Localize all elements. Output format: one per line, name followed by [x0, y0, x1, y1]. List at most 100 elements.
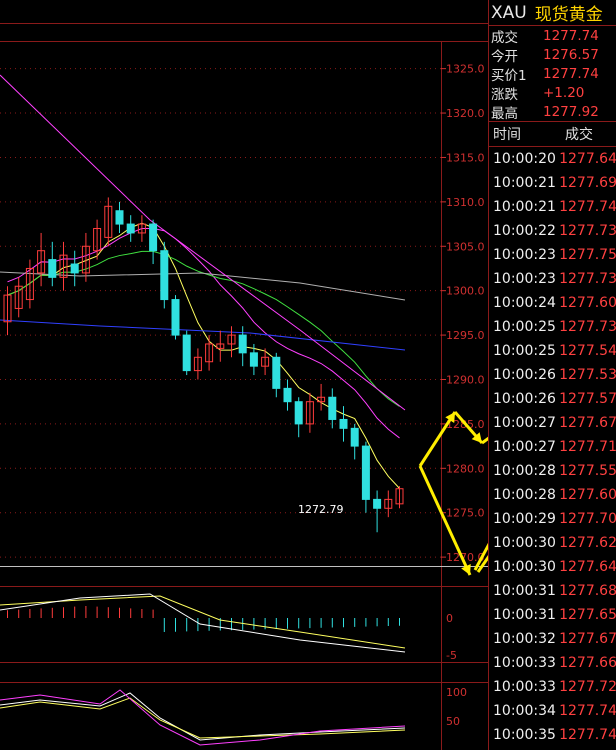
tick-time: 10:00:24: [493, 295, 556, 311]
tick-row: 10:00:22 1277.73: [489, 219, 616, 243]
candle-body: [272, 356, 281, 389]
tick-price: 1277.53: [559, 367, 616, 383]
tick-row: 10:00:31 1277.65: [489, 603, 616, 627]
axis-label: 1315.0: [446, 151, 485, 164]
indicator-panels: [0, 593, 406, 746]
tick-price: 1277.66: [559, 655, 616, 671]
tick-time: 10:00:26: [493, 367, 556, 383]
candle-body: [160, 250, 169, 301]
candle-body: [70, 263, 79, 274]
tick-time: 10:00:23: [493, 271, 556, 287]
macd-dea-line: [0, 595, 406, 649]
tick-row: 10:00:27 1277.67: [489, 411, 616, 435]
ma5-line: [7, 222, 400, 489]
tick-price: 1277.75: [559, 247, 616, 263]
tick-time: 10:00:34: [493, 703, 556, 719]
candle-body: [350, 427, 359, 447]
macd-dif-line: [0, 593, 406, 653]
tick-row: 10:00:27 1277.71: [489, 435, 616, 459]
candle-body: [171, 299, 180, 336]
quote-panel: XAU 现货黄金 成交 1277.74 今开 1276.57 买价1 1277.74 …: [488, 0, 616, 750]
tick-time: 10:00:33: [493, 655, 556, 671]
tick-time: 10:00:29: [493, 511, 556, 527]
tick-row: 10:00:26 1277.57: [489, 387, 616, 411]
quote-row: 涨跌 +1.20: [491, 84, 585, 103]
ma20-line: [7, 250, 400, 407]
candle-body: [149, 223, 158, 252]
candle-body: [249, 352, 258, 367]
tick-row: 10:00:20 1277.64: [489, 147, 616, 171]
tick-time: 10:00:27: [493, 439, 556, 455]
tick-row: 10:00:33 1277.72: [489, 675, 616, 699]
tick-time: 10:00:33: [493, 679, 556, 695]
quote-header: XAU 现货黄金: [489, 0, 616, 26]
tick-price: 1277.72: [559, 679, 616, 695]
axis-label: 0: [446, 612, 453, 625]
quote-row: 最高 1277.92: [491, 103, 599, 122]
candle-body: [283, 387, 292, 403]
tick-list[interactable]: 10:00:20 1277.64 10:00:21 1277.69 10:00:21 12…: [489, 147, 616, 747]
tick-row: 10:00:25 1277.73: [489, 315, 616, 339]
tick-time: 10:00:25: [493, 319, 556, 335]
tick-price: 1277.74: [559, 727, 616, 743]
tick-time: 10:00:27: [493, 415, 556, 431]
tick-time: 10:00:23: [493, 247, 556, 263]
symbol-code: XAU: [491, 2, 527, 23]
tick-price: 1277.60: [559, 295, 616, 311]
candle-body: [361, 445, 370, 500]
tick-row: 10:00:25 1277.54: [489, 339, 616, 363]
tick-time: 10:00:30: [493, 535, 556, 551]
axis-label: 1290.0: [446, 373, 485, 386]
price-column-header: 成交: [565, 127, 593, 143]
candle-body: [238, 334, 247, 354]
tick-price: 1277.67: [559, 631, 616, 647]
tick-price: 1277.69: [559, 175, 616, 191]
tick-row: 10:00:24 1277.60: [489, 291, 616, 315]
tick-time: 10:00:21: [493, 175, 556, 191]
tick-row: 10:00:26 1277.53: [489, 363, 616, 387]
price-axis: 1325.0 1320.0 1315.0 1310.0 1305.0 1300.0 1295…: [441, 63, 485, 728]
axis-label: 50: [446, 715, 460, 728]
tick-row: 10:00:34 1277.74: [489, 699, 616, 723]
tick-time: 10:00:32: [493, 631, 556, 647]
tick-table-header: 时间 成交: [489, 122, 616, 147]
axis-label: 1295.0: [446, 329, 485, 342]
quote-row: 成交 1277.74: [491, 27, 599, 46]
candle-body: [294, 401, 303, 425]
tick-price: 1277.74: [559, 703, 616, 719]
quote-row: 买价1 1277.74: [491, 65, 599, 84]
candle-body: [339, 418, 348, 429]
axis-label: 1320.0: [446, 107, 485, 120]
tick-row: 10:00:30 1277.62: [489, 531, 616, 555]
axis-label: 1280.0: [446, 462, 485, 475]
tick-price: 1277.68: [559, 583, 616, 599]
tick-price: 1277.65: [559, 607, 616, 623]
axis-label: 1325.0: [446, 63, 485, 76]
tick-time: 10:00:28: [493, 487, 556, 503]
tick-time: 10:00:26: [493, 391, 556, 407]
low-price-label: 1272.79: [298, 503, 344, 516]
tick-row: 10:00:31 1277.68: [489, 579, 616, 603]
tick-price: 1277.62: [559, 535, 616, 551]
candle-body: [126, 223, 135, 234]
tick-row: 10:00:23 1277.75: [489, 243, 616, 267]
candles: [3, 197, 404, 533]
tick-price: 1277.54: [559, 343, 616, 359]
axis-label: 100: [446, 686, 467, 699]
axis-label: 1300.0: [446, 285, 485, 298]
ma10-line: [7, 228, 400, 439]
quote-list: 成交 1277.74 今开 1276.57 买价1 1277.74 涨跌 +1.20 最…: [489, 26, 616, 122]
tick-time: 10:00:21: [493, 199, 556, 215]
tick-price: 1277.73: [559, 271, 616, 287]
axis-label: 1310.0: [446, 196, 485, 209]
candle-body: [328, 396, 337, 420]
tick-row: 10:00:21 1277.74: [489, 195, 616, 219]
tick-row: 10:00:21 1277.69: [489, 171, 616, 195]
trend-line: [0, 74, 406, 411]
tick-time: 10:00:22: [493, 223, 556, 239]
candle-body: [373, 498, 382, 509]
tick-row: 10:00:35 1277.74: [489, 723, 616, 747]
kline-chart[interactable]: 1325.0 1320.0 1315.0 1310.0 1305.0 1300.0 1295…: [0, 0, 488, 750]
tick-price: 1277.67: [559, 415, 616, 431]
candle-body: [48, 259, 57, 278]
